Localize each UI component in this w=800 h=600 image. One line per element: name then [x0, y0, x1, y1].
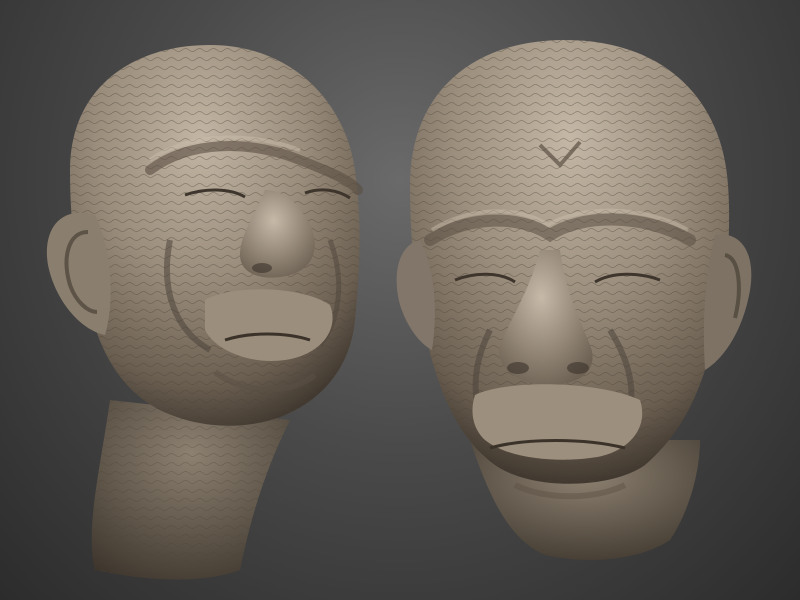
render-viewport	[0, 0, 800, 600]
head-front	[396, 40, 752, 560]
head-three-quarter	[46, 45, 363, 580]
sculpt-render	[46, 40, 752, 580]
left-ear	[46, 212, 111, 335]
